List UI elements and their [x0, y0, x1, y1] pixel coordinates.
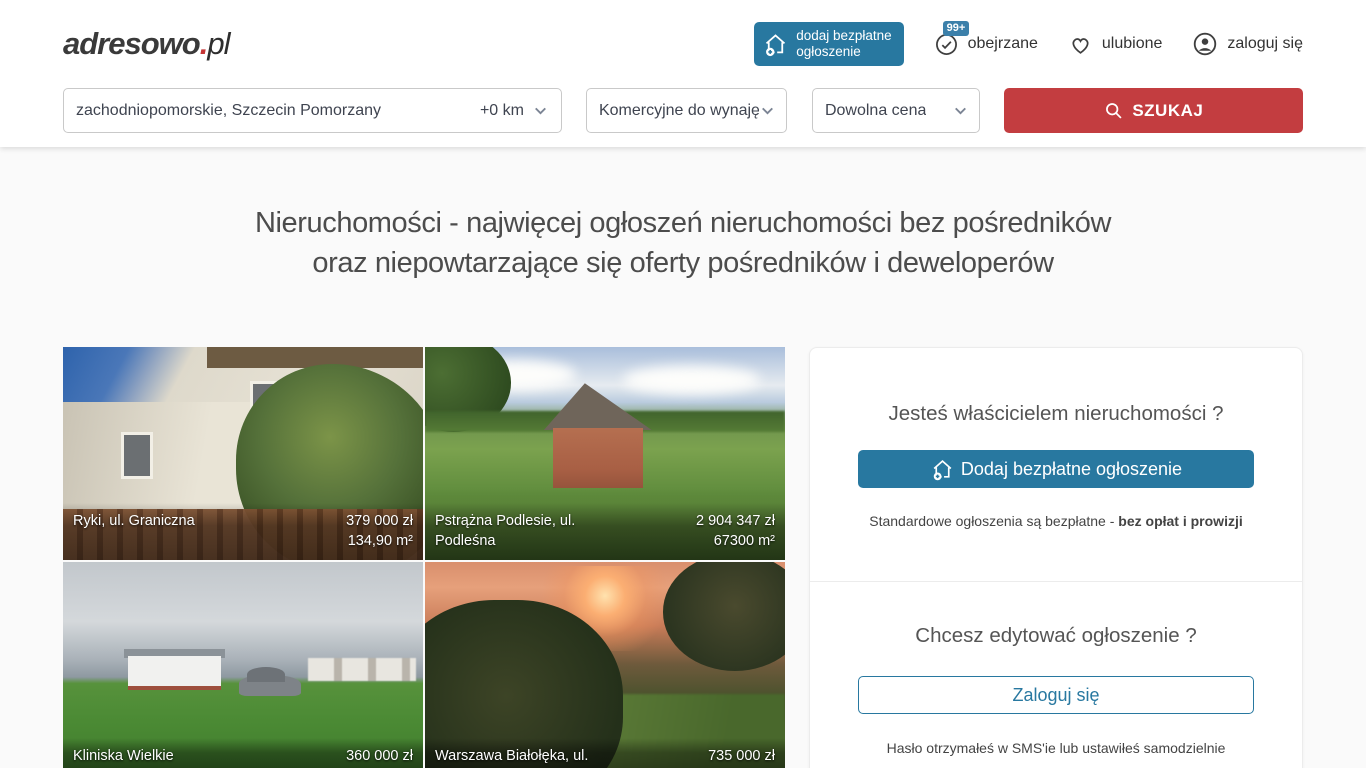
listing-area: 134,90 m² — [346, 531, 413, 551]
listing-price: 2 904 347 zł — [696, 511, 775, 531]
listing-area: 67300 m² — [696, 531, 775, 551]
add-listing-button[interactable]: dodaj bezpłatneogłoszenie — [754, 22, 903, 66]
listings-grid: Ryki, ul. Graniczna 379 000 zł 134,90 m²… — [63, 347, 785, 768]
viewed-link[interactable]: 99+ obejrzane — [934, 32, 1038, 57]
house-add-icon — [930, 457, 955, 482]
panel-divider — [810, 581, 1302, 582]
search-button[interactable]: SZUKAJ — [1004, 88, 1303, 133]
listing-card[interactable]: Ryki, ul. Graniczna 379 000 zł 134,90 m² — [63, 347, 423, 560]
search-button-label: SZUKAJ — [1132, 101, 1203, 121]
logo-tld: pl — [207, 26, 229, 61]
favorites-label: ulubione — [1102, 35, 1163, 53]
location-input[interactable]: zachodniopomorskie, Szczecin Pomorzany +… — [63, 88, 562, 133]
login-label: zaloguj się — [1227, 35, 1303, 53]
listing-card[interactable]: Kliniska Wielkie 360 000 zł — [63, 562, 423, 768]
add-free-listing-button[interactable]: Dodaj bezpłatne ogłoszenie — [858, 450, 1254, 488]
hero-heading: Nieruchomości - najwięcej ogłoszeń nieru… — [0, 147, 1366, 283]
logo-brand: adresowo — [63, 26, 200, 61]
search-bar: zachodniopomorskie, Szczecin Pomorzany +… — [0, 88, 1366, 133]
chevron-down-icon — [952, 102, 969, 119]
listing-caption: Kliniska Wielkie 360 000 zł — [63, 738, 423, 768]
price-value: Dowolna cena — [825, 102, 926, 120]
radius-value[interactable]: +0 km — [480, 102, 524, 120]
listing-address: Kliniska Wielkie — [73, 746, 174, 766]
site-logo[interactable]: adresowo.pl — [63, 26, 229, 62]
favorites-link[interactable]: ulubione — [1068, 32, 1163, 57]
chevron-down-icon — [759, 102, 776, 119]
listing-caption: Ryki, ul. Graniczna 379 000 zł 134,90 m² — [63, 503, 423, 560]
listing-caption: Warszawa Białołęka, ul. 735 000 zł — [425, 738, 785, 768]
main-content: Nieruchomości - najwięcej ogłoszeń nieru… — [0, 147, 1366, 768]
password-hint: Hasło otrzymałeś w SMS'ie lub ustawiłeś … — [858, 740, 1254, 756]
login-link[interactable]: zaloguj się — [1192, 31, 1303, 57]
listing-price: 379 000 zł — [346, 511, 413, 531]
owner-heading: Jesteś właścicielem nieruchomości ? — [858, 402, 1254, 426]
category-value: Komercyjne do wynaję — [599, 102, 759, 120]
listing-address: Warszawa Białołęka, ul. — [435, 746, 588, 766]
page-title: Nieruchomości - najwięcej ogłoszeń nieru… — [0, 203, 1366, 283]
edit-heading: Chcesz edytować ogłoszenie ? — [858, 624, 1254, 648]
listing-price: 360 000 zł — [346, 746, 413, 766]
listing-card[interactable]: Pstrążna Podlesie, ul. Podleśna 2 904 34… — [425, 347, 785, 560]
top-bar: adresowo.pl dodaj bezpłatneogłoszenie — [0, 0, 1366, 147]
sidebar-login-button[interactable]: Zaloguj się — [858, 676, 1254, 714]
listing-price: 735 000 zł — [708, 746, 775, 766]
listing-address: Ryki, ul. Graniczna — [73, 511, 195, 531]
free-note: Standardowe ogłoszenia są bezpłatne - be… — [858, 513, 1254, 529]
listing-address: Pstrążna Podlesie, ul. Podleśna — [435, 511, 630, 551]
magnifier-icon — [1103, 100, 1124, 121]
user-circle-icon — [1192, 31, 1218, 57]
add-free-listing-label: Dodaj bezpłatne ogłoszenie — [961, 459, 1182, 480]
add-listing-label: dodaj bezpłatneogłoszenie — [796, 28, 891, 60]
listing-card[interactable]: Warszawa Białołęka, ul. 735 000 zł — [425, 562, 785, 768]
heart-icon — [1068, 32, 1093, 57]
price-select[interactable]: Dowolna cena — [812, 88, 980, 133]
chevron-down-icon[interactable] — [532, 102, 549, 119]
viewed-count-badge: 99+ — [943, 21, 970, 36]
location-value: zachodniopomorskie, Szczecin Pomorzany — [76, 102, 480, 120]
header-actions: dodaj bezpłatneogłoszenie 99+ obejrzane — [754, 22, 1303, 66]
viewed-label: obejrzane — [968, 35, 1038, 53]
house-add-icon — [762, 31, 789, 58]
header: adresowo.pl dodaj bezpłatneogłoszenie — [0, 0, 1366, 88]
owner-panel: Jesteś właścicielem nieruchomości ? Doda… — [809, 347, 1303, 768]
category-select[interactable]: Komercyjne do wynaję — [586, 88, 787, 133]
listing-caption: Pstrążna Podlesie, ul. Podleśna 2 904 34… — [425, 503, 785, 560]
check-circle-icon: 99+ — [934, 32, 959, 57]
